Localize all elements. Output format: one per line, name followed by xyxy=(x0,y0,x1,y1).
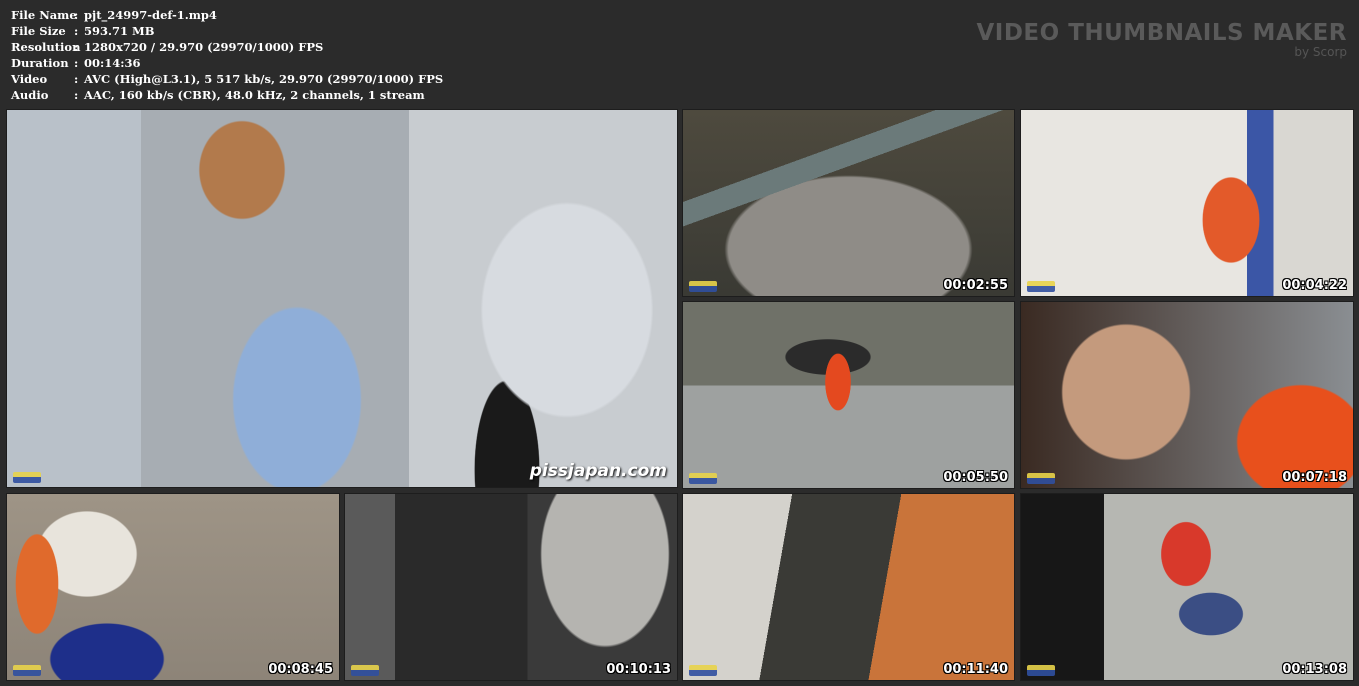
info-value: AVC (High@L3.1), 5 517 kb/s, 29.970 (299… xyxy=(84,72,444,86)
brand-logo: VIDEO THUMBNAILS MAKER by Scorp xyxy=(976,20,1347,58)
site-watermark-icon xyxy=(351,665,379,676)
brand-title: VIDEO THUMBNAILS MAKER xyxy=(976,20,1347,46)
timestamp-label: 00:05:50 xyxy=(943,470,1008,485)
info-value: 00:14:36 xyxy=(84,56,141,70)
info-row-video: Video : AVC (High@L3.1), 5 517 kb/s, 29.… xyxy=(11,71,443,87)
info-sep: : xyxy=(74,56,79,70)
timestamp-label: 00:02:55 xyxy=(943,278,1008,293)
site-watermark-icon xyxy=(1027,473,1055,484)
site-watermark-icon xyxy=(689,281,717,292)
info-sep: : xyxy=(74,8,79,22)
timestamp-label: 00:13:08 xyxy=(1282,662,1347,677)
info-key: Video xyxy=(11,72,48,86)
timestamp-label: 00:07:18 xyxy=(1282,470,1347,485)
site-watermark-icon xyxy=(13,665,41,676)
info-sep: : xyxy=(74,72,79,86)
site-watermark-icon xyxy=(1027,281,1055,292)
info-value: pjt_24997-def-1.mp4 xyxy=(84,8,217,22)
main-site-watermark: pissjapan.com xyxy=(529,461,667,481)
info-value: AAC, 160 kb/s (CBR), 48.0 kHz, 2 channel… xyxy=(84,88,425,102)
thumbnail-7[interactable]: 00:11:40 xyxy=(682,493,1015,681)
info-row-resolution: Resolution : 1280x720 / 29.970 (29970/10… xyxy=(11,39,443,55)
info-value: 1280x720 / 29.970 (29970/1000) FPS xyxy=(84,40,324,54)
thumbnail-1[interactable]: 00:02:55 xyxy=(682,109,1015,297)
info-key: Duration xyxy=(11,56,69,70)
info-value: 593.71 MB xyxy=(84,24,155,38)
site-watermark-icon xyxy=(1027,665,1055,676)
timestamp-label: 00:11:40 xyxy=(943,662,1008,677)
info-sep: : xyxy=(74,88,79,102)
thumbnail-4[interactable]: 00:07:18 xyxy=(1020,301,1354,489)
thumbnail-main[interactable]: pissjapan.com xyxy=(6,109,678,488)
info-row-duration: Duration : 00:14:36 xyxy=(11,55,443,71)
info-row-file-name: File Name : pjt_24997-def-1.mp4 xyxy=(11,7,443,23)
info-key: Resolution xyxy=(11,40,81,54)
info-sep: : xyxy=(74,40,79,54)
timestamp-label: 00:10:13 xyxy=(606,662,671,677)
info-key: File Size xyxy=(11,24,66,38)
site-watermark-icon xyxy=(13,472,41,483)
brand-subtitle: by Scorp xyxy=(1294,45,1347,59)
info-row-audio: Audio : AAC, 160 kb/s (CBR), 48.0 kHz, 2… xyxy=(11,87,443,103)
info-key: Audio xyxy=(11,88,49,102)
timestamp-label: 00:04:22 xyxy=(1282,278,1347,293)
site-watermark-icon xyxy=(689,473,717,484)
thumbnail-3[interactable]: 00:05:50 xyxy=(682,301,1015,489)
thumbnail-2[interactable]: 00:04:22 xyxy=(1020,109,1354,297)
thumbnail-5[interactable]: 00:08:45 xyxy=(6,493,340,681)
thumbnail-8[interactable]: 00:13:08 xyxy=(1020,493,1354,681)
thumbnail-6[interactable]: 00:10:13 xyxy=(344,493,678,681)
timestamp-label: 00:08:45 xyxy=(268,662,333,677)
file-info-panel: File Name : pjt_24997-def-1.mp4 File Siz… xyxy=(11,7,443,103)
site-watermark-icon xyxy=(689,665,717,676)
info-row-file-size: File Size : 593.71 MB xyxy=(11,23,443,39)
info-sep: : xyxy=(74,24,79,38)
info-key: File Name xyxy=(11,8,77,22)
